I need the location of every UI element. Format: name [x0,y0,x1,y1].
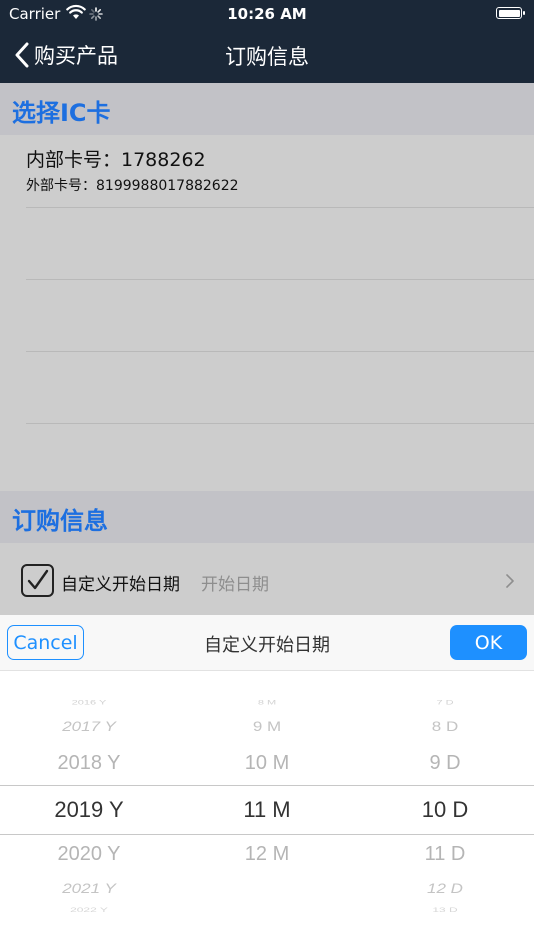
year-option[interactable]: 2017 Y [0,719,178,735]
status-bar: Carrier 10:26 AM [0,0,534,28]
section-header-order-label: 订购信息 [12,507,108,535]
day-option[interactable]: 7 D [356,700,534,707]
ok-button[interactable]: OK [450,625,527,660]
selection-bottom-line [0,834,534,835]
picker-toolbar: Cancel 自定义开始日期 OK [0,615,534,671]
year-option-selected[interactable]: 2019 Y [0,797,178,823]
start-date-placeholder: 开始日期 [201,575,269,595]
section-header-ic-card-label: 选择IC卡 [12,99,111,127]
section-header-ic-card: 选择IC卡 [0,83,534,135]
empty-list-row [26,208,534,280]
date-picker[interactable]: 2016 Y 2017 Y 2018 Y 2019 Y 2020 Y 2021 … [0,671,534,950]
main-content: 选择IC卡 内部卡号：1788262 外部卡号：8199988017882622… [0,83,534,615]
battery-icon [496,7,525,19]
section-header-order: 订购信息 [0,491,534,543]
ic-card-list: 内部卡号：1788262 外部卡号：8199988017882622 [0,135,534,491]
day-option[interactable]: 8 D [356,719,534,735]
month-option[interactable]: 10 M [178,752,356,775]
day-option-selected[interactable]: 10 D [356,797,534,823]
month-option-selected[interactable]: 11 M [178,797,356,823]
year-option[interactable]: 2018 Y [0,752,178,775]
month-option[interactable]: 9 M [178,719,356,735]
empty-list-row [26,280,534,352]
year-option[interactable]: 2016 Y [0,700,178,707]
day-option[interactable]: 11 D [356,843,534,866]
year-option[interactable]: 2021 Y [0,881,178,897]
custom-date-checkbox[interactable] [21,564,54,597]
month-option[interactable]: 12 M [178,843,356,866]
day-option[interactable]: 12 D [356,881,534,897]
chevron-right-icon [506,574,514,588]
page-title: 订购信息 [225,45,309,69]
ic-card-row[interactable]: 内部卡号：1788262 外部卡号：8199988017882622 [26,135,534,208]
navigation-bar: 购买产品 订购信息 [0,28,534,83]
custom-start-date-row[interactable]: 自定义开始日期 开始日期 [0,543,534,615]
status-time: 10:26 AM [227,5,307,23]
external-card-number: 外部卡号：8199988017882622 [26,178,239,194]
month-option[interactable]: 8 M [178,700,356,707]
custom-date-label: 自定义开始日期 [61,575,180,595]
year-option[interactable]: 2022 Y [0,906,178,914]
empty-list-row [26,352,534,424]
internal-card-number: 内部卡号：1788262 [26,149,206,171]
day-option[interactable]: 13 D [356,906,534,914]
day-option[interactable]: 9 D [356,752,534,775]
selection-top-line [0,785,534,786]
checkmark-icon [27,569,49,590]
year-option[interactable]: 2020 Y [0,843,178,866]
